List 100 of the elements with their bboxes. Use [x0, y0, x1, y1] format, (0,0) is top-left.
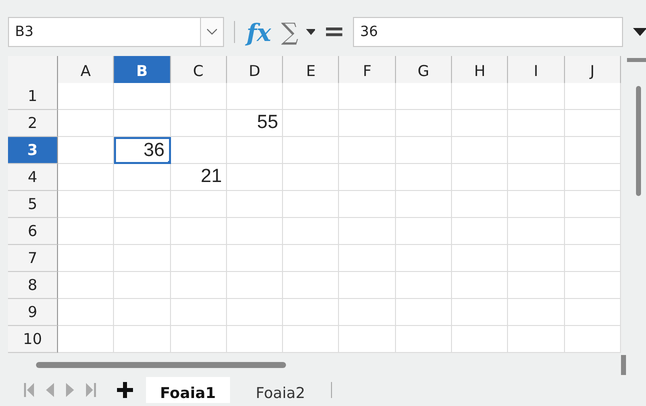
table-cell[interactable] [170, 83, 227, 110]
table-cell[interactable] [452, 245, 508, 272]
chevron-icon[interactable] [206, 29, 217, 35]
table-cell[interactable] [114, 272, 171, 299]
table-cell[interactable]: 55 [226, 110, 284, 137]
table-cell[interactable] [564, 272, 621, 299]
equals-button[interactable]: = [321, 17, 348, 47]
sheet-tab[interactable]: Foaia2 [242, 377, 320, 403]
table-cell[interactable] [226, 299, 284, 326]
table-cell[interactable] [170, 137, 227, 164]
table-cell[interactable] [283, 326, 340, 353]
table-cell[interactable] [452, 272, 508, 299]
table-cell[interactable] [396, 299, 452, 326]
table-cell[interactable] [339, 110, 396, 137]
table-cell[interactable] [283, 191, 340, 218]
table-cell[interactable] [58, 137, 114, 164]
table-cell[interactable] [564, 299, 621, 326]
table-cell[interactable] [339, 137, 396, 164]
table-cell[interactable] [564, 326, 621, 353]
table-cell[interactable] [226, 83, 284, 110]
table-cell[interactable] [508, 83, 565, 110]
table-cell[interactable] [508, 326, 565, 353]
table-cell[interactable] [564, 191, 621, 218]
table-cell[interactable] [226, 218, 284, 245]
table-cell[interactable] [396, 83, 452, 110]
table-cell[interactable] [396, 191, 452, 218]
table-cell[interactable] [170, 110, 227, 137]
table-cell[interactable] [564, 83, 621, 110]
table-cell[interactable] [452, 326, 508, 353]
table-cell[interactable] [170, 299, 227, 326]
table-cell[interactable] [170, 272, 227, 299]
table-cell[interactable] [396, 272, 452, 299]
row-header[interactable]: 6 [8, 218, 58, 245]
table-cell[interactable] [452, 299, 508, 326]
table-cell[interactable] [564, 218, 621, 245]
formula-input[interactable]: 36 [353, 17, 624, 47]
table-cell[interactable] [508, 137, 565, 164]
table-cell[interactable] [339, 164, 396, 191]
table-cell[interactable] [114, 83, 171, 110]
table-cell[interactable] [508, 299, 565, 326]
table-cell[interactable] [114, 110, 171, 137]
previous-sheet-icon[interactable] [46, 383, 54, 397]
add-sheet-icon[interactable] [116, 381, 134, 399]
row-header[interactable]: 7 [8, 245, 58, 272]
table-cell[interactable] [396, 245, 452, 272]
table-cell[interactable] [339, 218, 396, 245]
next-sheet-icon[interactable] [66, 383, 74, 397]
row-header[interactable]: 1 [8, 83, 58, 110]
horizontal-scrollbar-thumb[interactable] [36, 362, 286, 368]
table-cell[interactable] [452, 164, 508, 191]
table-cell[interactable] [396, 326, 452, 353]
table-cell[interactable] [58, 110, 114, 137]
caret-icon[interactable] [306, 29, 316, 35]
sheet-tab[interactable]: Foaia1 [146, 377, 230, 403]
first-sheet-icon[interactable] [24, 383, 34, 397]
table-cell[interactable] [226, 326, 284, 353]
row-header[interactable]: 9 [8, 299, 58, 326]
table-cell[interactable] [170, 191, 227, 218]
sum-button[interactable]: ∑ [279, 18, 300, 46]
vertical-scrollbar-thumb[interactable] [636, 86, 641, 196]
row-header[interactable]: 10 [8, 326, 58, 353]
table-cell[interactable] [58, 191, 114, 218]
table-cell[interactable] [114, 191, 171, 218]
table-cell[interactable] [58, 164, 114, 191]
row-header[interactable]: 5 [8, 191, 58, 218]
table-cell[interactable] [396, 164, 452, 191]
table-cell[interactable] [283, 218, 340, 245]
table-cell[interactable] [283, 299, 340, 326]
table-cell[interactable] [564, 110, 621, 137]
table-cell[interactable] [339, 326, 396, 353]
table-cell[interactable] [564, 164, 621, 191]
split-handle[interactable] [621, 355, 626, 375]
table-cell[interactable] [114, 299, 171, 326]
table-cell[interactable] [452, 83, 508, 110]
table-cell[interactable] [170, 245, 227, 272]
table-cell[interactable] [339, 191, 396, 218]
table-cell[interactable] [170, 218, 227, 245]
table-cell[interactable] [339, 245, 396, 272]
scroll-split-handle[interactable] [626, 58, 646, 62]
table-cell[interactable] [508, 164, 565, 191]
table-cell[interactable] [396, 137, 452, 164]
table-cell[interactable] [508, 245, 565, 272]
table-cell[interactable] [170, 326, 227, 353]
row-header[interactable]: 2 [8, 110, 58, 137]
table-cell[interactable] [58, 218, 114, 245]
table-cell[interactable] [339, 272, 396, 299]
table-cell[interactable] [114, 245, 171, 272]
table-cell[interactable] [58, 326, 114, 353]
table-cell[interactable] [283, 245, 340, 272]
table-cell[interactable] [58, 272, 114, 299]
table-cell[interactable] [58, 299, 114, 326]
row-header[interactable]: 3 [8, 137, 58, 164]
name-box[interactable]: B3 [8, 17, 224, 47]
table-cell[interactable] [508, 218, 565, 245]
table-cell[interactable] [339, 299, 396, 326]
table-cell[interactable] [283, 83, 340, 110]
table-cell[interactable] [508, 272, 565, 299]
table-cell[interactable] [452, 191, 508, 218]
table-cell[interactable] [283, 164, 340, 191]
last-sheet-icon[interactable] [86, 383, 96, 397]
